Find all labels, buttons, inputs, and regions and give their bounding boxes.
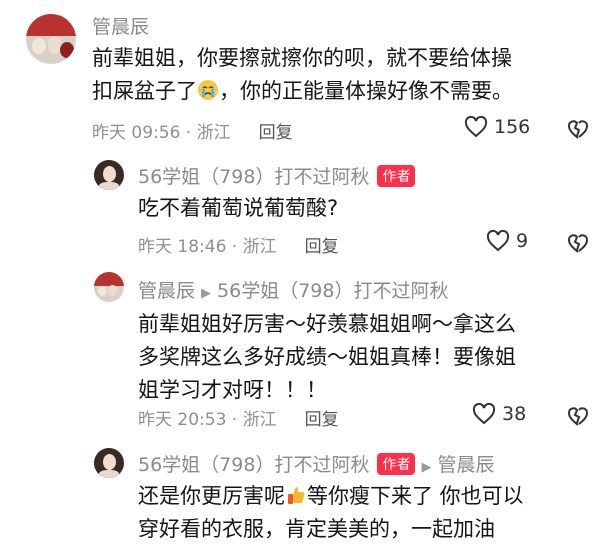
comment-text: 前辈姐姐好厉害～好羡慕姐姐啊～拿这么 多奖牌这么多好成绩～姐姐真棒！要像姐 姐学… <box>138 312 516 402</box>
timestamp-location: 昨天 09:56 · 浙江 <box>92 123 231 143</box>
like-count: 156 <box>494 116 531 138</box>
comment-meta: 昨天 20:53 · 浙江 回复 <box>138 405 339 430</box>
comment-text: 还是你更厉害呢 等你瘦下来了 你也可以 穿好看的衣服，肯定美美的，一起加油 <box>138 484 524 541</box>
heart-icon <box>486 230 510 252</box>
thumbs-up-emoji-icon <box>288 487 305 504</box>
like-count: 38 <box>502 403 527 425</box>
avatar[interactable] <box>26 14 76 64</box>
avatar[interactable] <box>94 448 124 478</box>
comment-meta: 昨天 18:46 · 浙江 回复 <box>138 232 339 257</box>
reply-button[interactable]: 回复 <box>305 410 339 430</box>
comment-2: 56学姐（798）打不过阿秋 作者 吃不着葡萄说葡萄酸? 昨天 18:46 · 浙… <box>0 150 611 260</box>
broken-heart-icon[interactable] <box>567 232 589 254</box>
like-button[interactable]: 38 <box>472 403 526 425</box>
author-badge: 作者 <box>377 165 416 187</box>
comment-meta: 昨天 09:56 · 浙江 回复 <box>92 118 293 143</box>
author-name: 管晨辰 ▶ 56学姐（798）打不过阿秋 <box>138 280 449 302</box>
heart-icon <box>472 403 496 425</box>
broken-heart-icon[interactable] <box>567 405 589 427</box>
timestamp-location: 昨天 20:53 · 浙江 <box>138 410 277 430</box>
author-name: 56学姐（798）打不过阿秋 作者 <box>138 162 416 189</box>
like-button[interactable]: 156 <box>464 116 530 138</box>
comment-1: 管晨辰 前辈姐姐，你要擦就擦你的呗，就不要给体操 扣屎盆子了 ，你的正能量体操好像… <box>0 0 611 150</box>
avatar[interactable] <box>94 160 124 190</box>
watermark <box>519 503 597 527</box>
comment-3: 管晨辰 ▶ 56学姐（798）打不过阿秋 前辈姐姐好厉害～好羡慕姐姐啊～拿这么 多奖… <box>0 262 611 442</box>
timestamp-location: 昨天 18:46 · 浙江 <box>138 237 277 257</box>
like-button[interactable]: 9 <box>486 230 528 252</box>
reply-button[interactable]: 回复 <box>259 123 293 143</box>
comment-4: 56学姐（798）打不过阿秋 作者 ▶ 管晨辰 还是你更厉害呢 等你瘦下来了 你也可以 … <box>0 442 611 545</box>
play-arrow-icon: ▶ <box>421 460 432 475</box>
heart-icon <box>464 116 488 138</box>
crying-emoji-icon <box>198 80 218 100</box>
broken-heart-icon[interactable] <box>567 118 589 140</box>
author-badge: 作者 <box>377 453 416 475</box>
author-name[interactable]: 管晨辰 <box>92 12 149 39</box>
reply-to-name[interactable]: 管晨辰 <box>437 454 494 476</box>
comment-text: 前辈姐姐，你要擦就擦你的呗，就不要给体操 扣屎盆子了 ，你的正能量体操好像不需要。 <box>92 46 513 103</box>
play-arrow-icon: ▶ <box>201 286 212 301</box>
avatar[interactable] <box>94 272 124 302</box>
author-name: 56学姐（798）打不过阿秋 作者 ▶ 管晨辰 <box>138 453 495 476</box>
like-count: 9 <box>516 230 529 252</box>
reply-to-name[interactable]: 56学姐（798）打不过阿秋 <box>217 280 448 302</box>
comment-text: 吃不着葡萄说葡萄酸? <box>138 196 339 220</box>
reply-button[interactable]: 回复 <box>305 237 339 257</box>
